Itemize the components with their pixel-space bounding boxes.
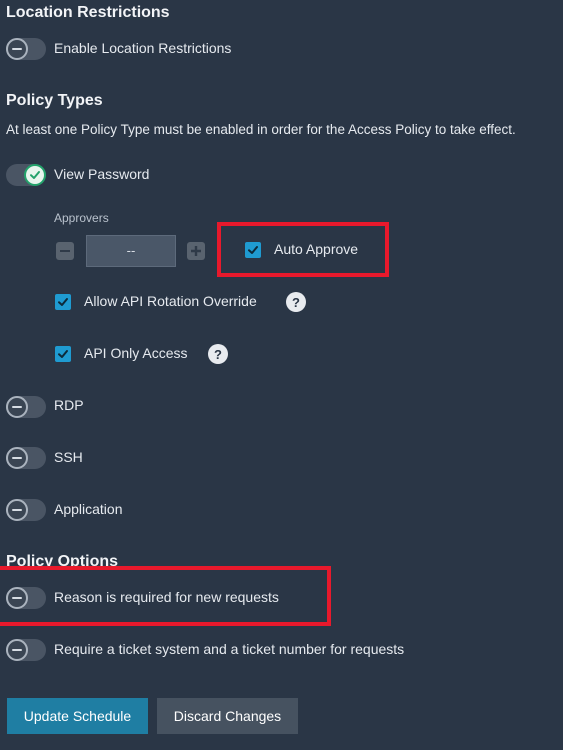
ticket-required-label: Require a ticket system and a ticket num… xyxy=(54,641,405,657)
toggle-off-icon xyxy=(6,499,28,521)
help-icon[interactable]: ? xyxy=(208,344,228,364)
api-only-access-label: API Only Access xyxy=(84,345,188,361)
help-icon[interactable]: ? xyxy=(286,292,306,312)
auto-approve-checkbox[interactable] xyxy=(245,242,261,258)
view-password-toggle[interactable] xyxy=(6,164,46,186)
reason-required-label: Reason is required for new requests xyxy=(54,589,279,605)
toggle-off-icon xyxy=(6,587,28,609)
checkmark-icon xyxy=(58,350,68,358)
location-restrictions-toggle[interactable] xyxy=(6,38,46,60)
approvers-label: Approvers xyxy=(54,211,109,225)
view-password-label: View Password xyxy=(54,166,150,182)
plus-icon xyxy=(191,246,201,256)
update-schedule-button[interactable]: Update Schedule xyxy=(7,698,148,734)
location-restrictions-title: Location Restrictions xyxy=(6,4,170,21)
checkmark-icon xyxy=(24,164,46,186)
checkmark-icon xyxy=(58,298,68,306)
ticket-required-toggle[interactable] xyxy=(6,639,46,661)
application-toggle[interactable] xyxy=(6,499,46,521)
discard-changes-button[interactable]: Discard Changes xyxy=(157,698,298,734)
toggle-off-icon xyxy=(6,396,28,418)
toggle-off-icon xyxy=(6,38,28,60)
rdp-label: RDP xyxy=(54,397,84,413)
api-only-access-checkbox[interactable] xyxy=(55,346,71,362)
policy-types-title: Policy Types xyxy=(6,92,103,109)
minus-icon xyxy=(60,250,70,252)
checkmark-icon xyxy=(248,246,258,254)
toggle-off-icon xyxy=(6,639,28,661)
auto-approve-label: Auto Approve xyxy=(274,241,359,257)
enable-location-restrictions-label: Enable Location Restrictions xyxy=(54,40,232,56)
policy-types-description: At least one Policy Type must be enabled… xyxy=(6,122,516,137)
rdp-toggle[interactable] xyxy=(6,396,46,418)
increment-approvers-button[interactable] xyxy=(187,242,205,260)
toggle-off-icon xyxy=(6,447,28,469)
ssh-label: SSH xyxy=(54,449,83,465)
application-label: Application xyxy=(54,501,123,517)
decrement-approvers-button[interactable] xyxy=(56,242,74,260)
approvers-input[interactable]: -- xyxy=(86,235,176,267)
ssh-toggle[interactable] xyxy=(6,447,46,469)
api-rotation-override-label: Allow API Rotation Override xyxy=(84,293,257,309)
reason-required-toggle[interactable] xyxy=(6,587,46,609)
api-rotation-override-checkbox[interactable] xyxy=(55,294,71,310)
